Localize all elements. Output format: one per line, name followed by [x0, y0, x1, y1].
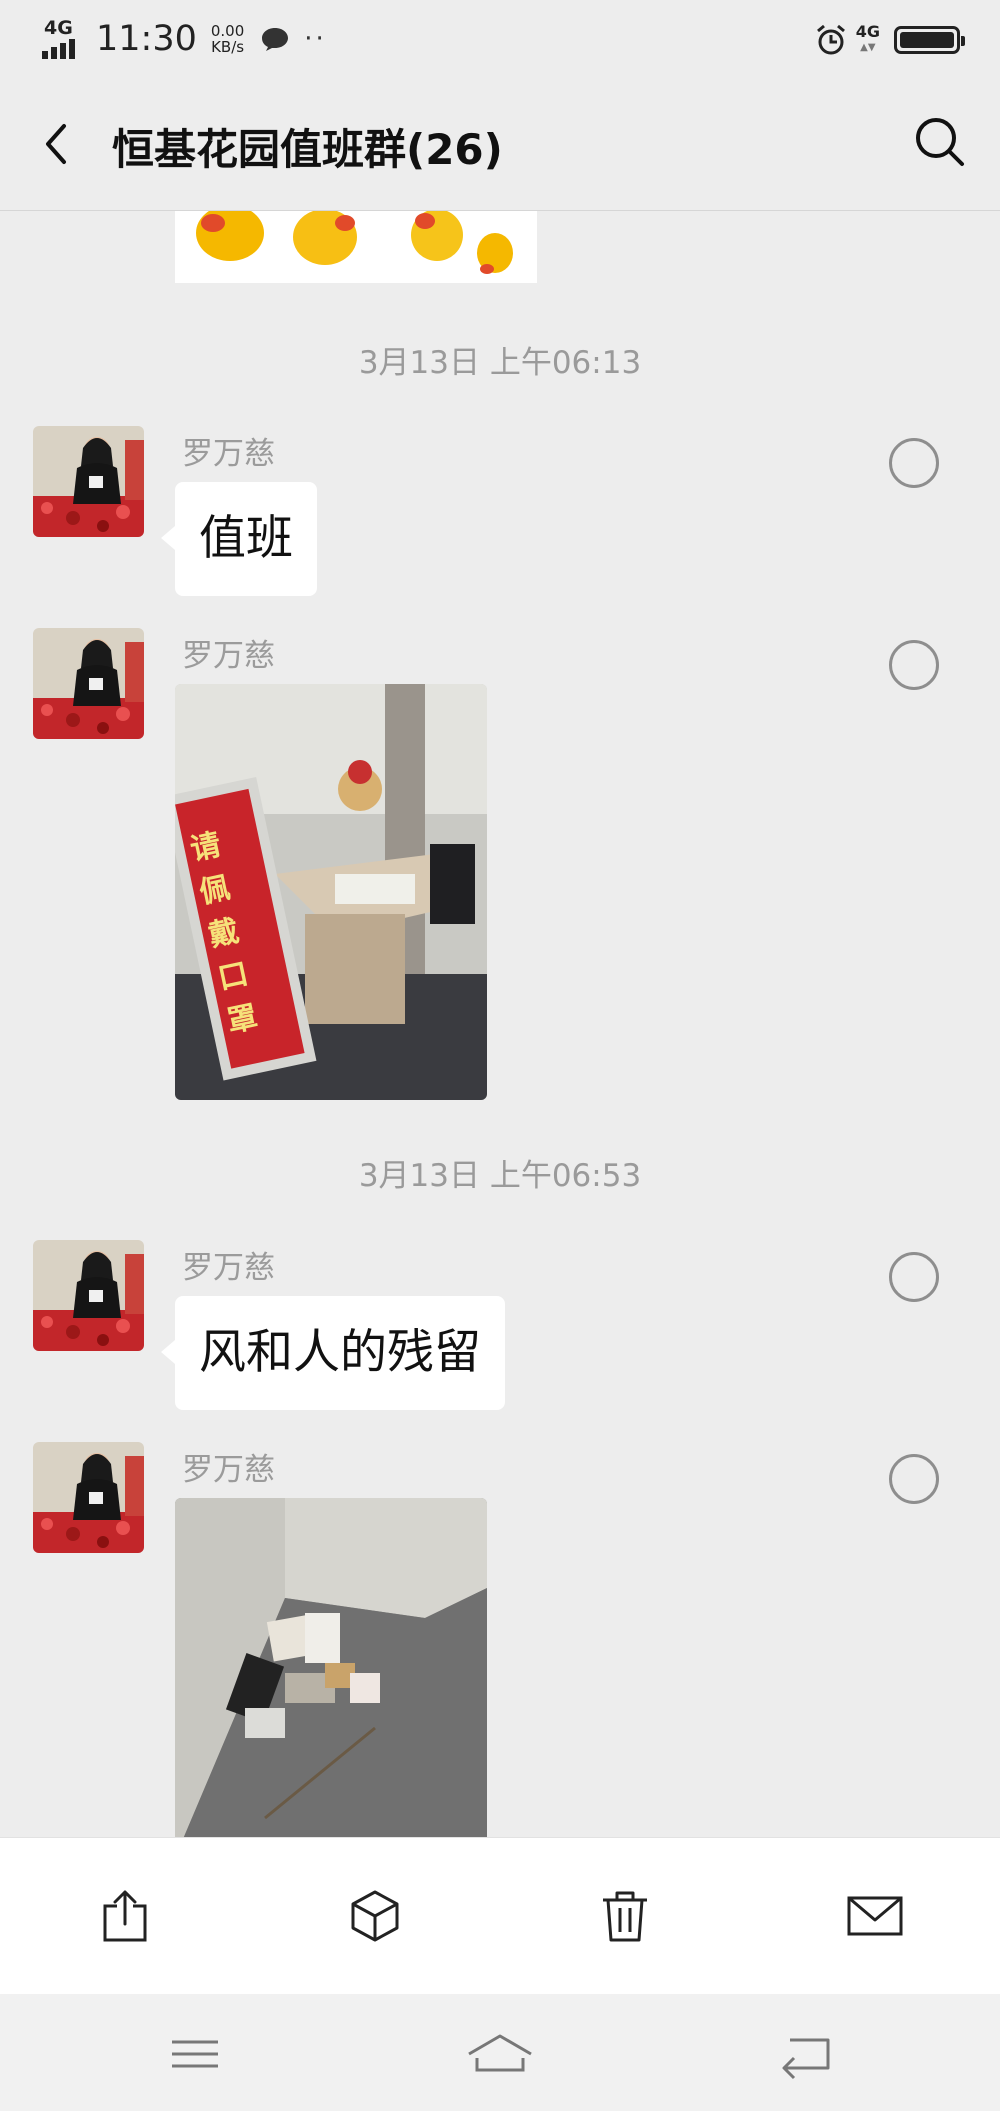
box-icon[interactable]	[345, 1886, 405, 1946]
avatar[interactable]	[33, 1442, 144, 1553]
mail-icon[interactable]	[845, 1886, 905, 1946]
battery-icon	[894, 26, 965, 54]
select-checkbox[interactable]	[889, 640, 939, 690]
back-nav-icon[interactable]	[770, 2024, 840, 2084]
home-icon[interactable]	[465, 2024, 535, 2084]
signal-icon: 4G	[42, 17, 92, 61]
search-icon[interactable]	[910, 112, 970, 172]
network-label: 4G	[44, 17, 73, 39]
timestamp: 3月13日 上午06:13	[358, 345, 642, 381]
photo-trash-corner[interactable]	[175, 1498, 487, 1837]
sender-name: 罗万慈	[182, 1452, 275, 1488]
share-icon[interactable]	[95, 1886, 155, 1946]
select-checkbox[interactable]	[889, 438, 939, 488]
message-bubble[interactable]: 值班	[161, 482, 317, 596]
network-4g-indicator: 4G ▲▼	[855, 22, 880, 54]
avatar[interactable]	[33, 1240, 144, 1351]
sticker-image[interactable]	[175, 211, 537, 283]
select-checkbox[interactable]	[889, 1252, 939, 1302]
sender-name: 罗万慈	[182, 1250, 275, 1286]
select-checkbox[interactable]	[889, 1454, 939, 1504]
system-nav-bar	[0, 1994, 1000, 2111]
sender-name: 罗万慈	[182, 436, 275, 472]
multi-select-action-bar	[0, 1837, 1000, 1995]
speed-value: 0.00	[210, 22, 245, 40]
photo-duty-desk[interactable]: 请 佩 戴 口 罩	[175, 684, 487, 1100]
menu-icon[interactable]	[160, 2024, 230, 2084]
timestamp: 3月13日 上午06:53	[358, 1158, 642, 1194]
chat-area[interactable]: 3月13日 上午06:13 罗万慈 值班 罗万慈 请 佩 戴 口 罩 3月13日…	[0, 211, 1000, 1837]
avatar[interactable]	[33, 628, 144, 739]
clock: 11:30	[96, 19, 197, 59]
speed-unit: KB/s	[211, 38, 245, 56]
trash-icon[interactable]	[595, 1886, 655, 1946]
network-4g-label: 4G	[855, 22, 880, 41]
status-bar: 4G 11:30 0.00 KB/s ·· 4G ▲▼	[0, 0, 1000, 78]
sender-name: 罗万慈	[182, 638, 275, 674]
alarm-icon	[816, 24, 845, 55]
message-notification-icon	[262, 28, 289, 51]
network-speed: 0.00 KB/s	[211, 23, 244, 55]
chat-header: 恒基花园值班群(26)	[0, 78, 1000, 211]
group-title: 恒基花园值班群(26)	[112, 125, 503, 174]
back-button[interactable]	[32, 114, 82, 174]
avatar[interactable]	[33, 426, 144, 537]
more-notifications: ··	[304, 24, 327, 54]
message-bubble[interactable]: 风和人的残留	[161, 1296, 505, 1410]
